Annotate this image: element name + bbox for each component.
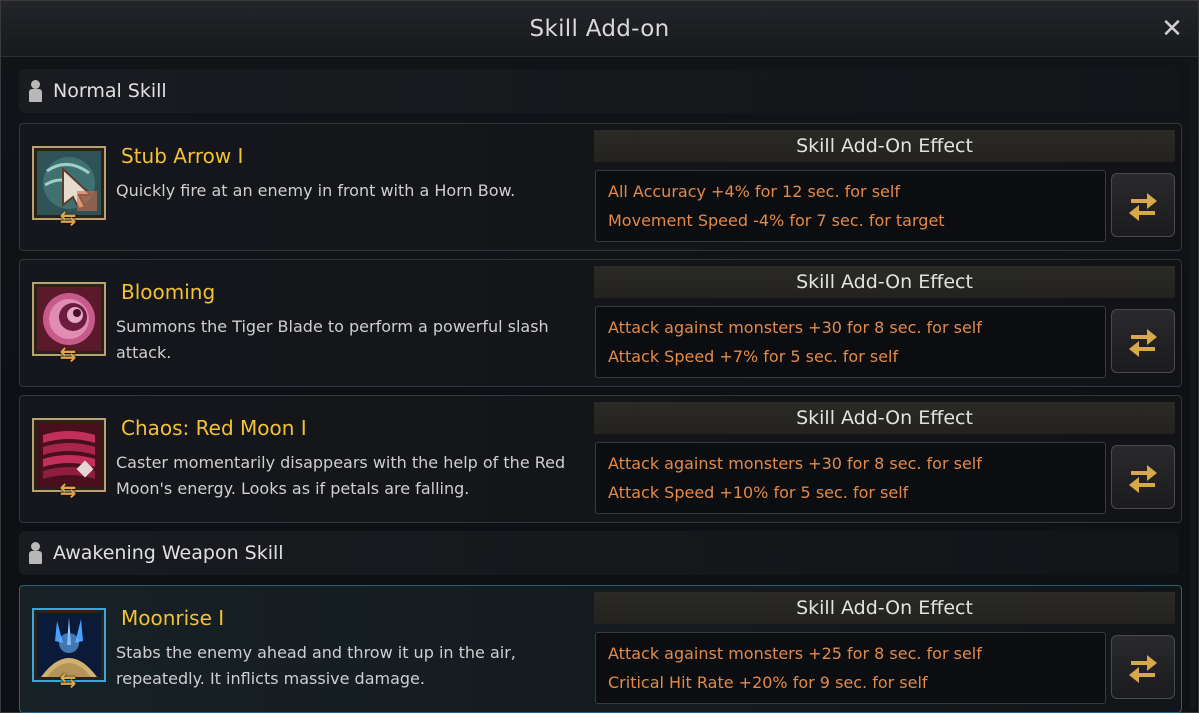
- change-addon-button[interactable]: [1111, 173, 1175, 237]
- effect-line: Critical Hit Rate +20% for 9 sec. for se…: [608, 673, 928, 692]
- skill-description: Stabs the enemy ahead and throw it up in…: [116, 643, 516, 688]
- effect-header: Skill Add-On Effect: [594, 266, 1175, 298]
- swap-icon: [1129, 655, 1157, 683]
- effect-line: Movement Speed -4% for 7 sec. for target: [608, 211, 945, 230]
- skill-description: Caster momentarily disappears with the h…: [116, 453, 566, 498]
- titlebar: Skill Add-on ✕: [1, 1, 1198, 57]
- effect-box: Attack against monsters +25 for 8 sec. f…: [595, 632, 1106, 704]
- swap-icon: [1129, 329, 1157, 357]
- skill-description: Quickly fire at an enemy in front with a…: [116, 181, 516, 200]
- swap-badge-icon: ⇆: [59, 206, 77, 230]
- person-icon: [27, 79, 43, 103]
- skill-name: Chaos: Red Moon I: [121, 416, 307, 440]
- skill-row[interactable]: ⇆ Moonrise I Stabs the enemy ahead and t…: [19, 585, 1182, 713]
- close-icon[interactable]: ✕: [1160, 16, 1184, 42]
- effect-line: Attack Speed +10% for 5 sec. for self: [608, 483, 909, 502]
- swap-badge-icon: ⇆: [59, 668, 77, 692]
- change-addon-button[interactable]: [1111, 445, 1175, 509]
- skill-row[interactable]: ⇆ Blooming Summons the Tiger Blade to pe…: [19, 259, 1182, 387]
- skill-name: Blooming: [121, 280, 216, 304]
- skill-name: Moonrise I: [121, 606, 225, 630]
- effect-box: All Accuracy +4% for 12 sec. for self Mo…: [595, 170, 1106, 242]
- skill-name: Stub Arrow I: [121, 144, 244, 168]
- section-normal-skill: Normal Skill: [19, 69, 1179, 113]
- scrollbar[interactable]: [1190, 61, 1196, 711]
- effect-line: Attack against monsters +25 for 8 sec. f…: [608, 644, 982, 663]
- effect-line: All Accuracy +4% for 12 sec. for self: [608, 182, 900, 201]
- swap-badge-icon: ⇆: [59, 342, 77, 366]
- change-addon-button[interactable]: [1111, 635, 1175, 699]
- effect-box: Attack against monsters +30 for 8 sec. f…: [595, 442, 1106, 514]
- swap-icon: [1129, 193, 1157, 221]
- swap-icon: [1129, 465, 1157, 493]
- section-awakening-skill: Awakening Weapon Skill: [19, 531, 1179, 575]
- swap-badge-icon: ⇆: [59, 478, 77, 502]
- effect-header: Skill Add-On Effect: [594, 402, 1175, 434]
- section-title: Awakening Weapon Skill: [53, 542, 284, 564]
- window-title: Skill Add-on: [529, 15, 670, 42]
- effect-header: Skill Add-On Effect: [594, 130, 1175, 162]
- section-title: Normal Skill: [53, 80, 167, 102]
- skill-addon-window: Skill Add-on ✕ Normal Skill ⇆ Stub Arrow…: [0, 0, 1199, 713]
- effect-line: Attack Speed +7% for 5 sec. for self: [608, 347, 899, 366]
- effect-line: Attack against monsters +30 for 8 sec. f…: [608, 318, 982, 337]
- skill-description: Summons the Tiger Blade to perform a pow…: [116, 317, 549, 362]
- person-icon: [27, 541, 43, 565]
- effect-line: Attack against monsters +30 for 8 sec. f…: [608, 454, 982, 473]
- change-addon-button[interactable]: [1111, 309, 1175, 373]
- skill-row[interactable]: ⇆ Stub Arrow I Quickly fire at an enemy …: [19, 123, 1182, 251]
- effect-header: Skill Add-On Effect: [594, 592, 1175, 624]
- skill-row[interactable]: ⇆ Chaos: Red Moon I Caster momentarily d…: [19, 395, 1182, 523]
- effect-box: Attack against monsters +30 for 8 sec. f…: [595, 306, 1106, 378]
